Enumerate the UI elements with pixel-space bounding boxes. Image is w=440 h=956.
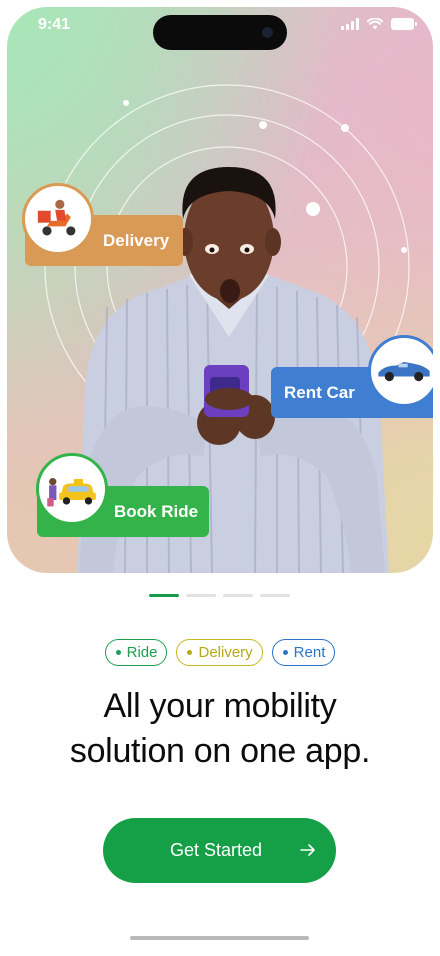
book-ride-chip-label: Book Ride — [114, 501, 199, 521]
status-time: 9:41 — [38, 16, 71, 33]
delivery-tag-label: Delivery — [198, 644, 253, 661]
arrow-right-icon — [300, 844, 315, 856]
hero-card: Delivery Rent Car Book Ride — [7, 7, 433, 573]
ride-tag-label: Ride — [126, 644, 158, 661]
status-icons — [341, 18, 417, 30]
battery-icon — [391, 18, 417, 30]
home-indicator[interactable] — [130, 936, 309, 940]
page-dot-4[interactable] — [260, 594, 290, 597]
rent-dot-icon — [282, 650, 288, 655]
cellular-signal-icon — [341, 18, 359, 30]
get-started-button[interactable]: Get Started — [103, 818, 336, 883]
sports-car-icon — [368, 335, 433, 407]
get-started-label: Get Started — [170, 840, 263, 860]
page-indicator — [149, 594, 290, 597]
rent-tag-label: Rent — [293, 644, 326, 661]
headline-line-2: solution on one app. — [69, 732, 371, 770]
dynamic-island — [153, 15, 287, 50]
page-dot-2[interactable] — [186, 594, 216, 597]
page-dot-1[interactable] — [149, 594, 179, 597]
delivery-scooter-icon — [22, 183, 94, 255]
ride-dot-icon — [115, 650, 121, 655]
camera-icon — [262, 27, 273, 38]
delivery-tag: Delivery — [176, 639, 263, 666]
service-tags: Ride Delivery Rent — [0, 639, 440, 666]
headline: All your mobility solution on one app. — [0, 684, 440, 774]
delivery-chip-label: Delivery — [103, 230, 170, 250]
onboarding-screen: Delivery Rent Car Book Ride 9:41 Ride De… — [0, 0, 440, 956]
delivery-dot-icon — [187, 650, 193, 655]
rent-car-chip-label: Rent Car — [284, 382, 355, 402]
headline-line-1: All your mobility — [103, 687, 337, 725]
page-dot-3[interactable] — [223, 594, 253, 597]
wifi-icon — [367, 18, 383, 30]
taxi-icon — [36, 453, 108, 525]
rent-tag: Rent — [271, 639, 336, 666]
ride-tag: Ride — [104, 639, 168, 666]
